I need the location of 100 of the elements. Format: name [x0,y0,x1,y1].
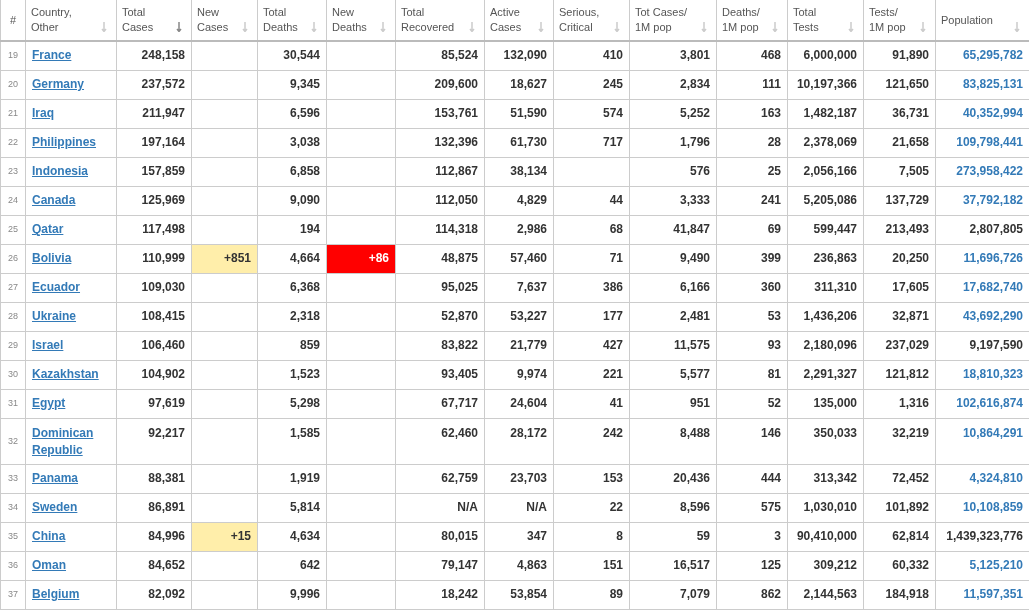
table-cell: 1,030,010 [787,493,864,522]
table-cell: 62,759 [395,464,485,493]
table-cell: +15 [191,522,258,551]
table-cell: 18,242 [395,580,485,609]
table-cell: 62,814 [863,522,936,551]
table-cell: 575 [716,493,788,522]
rank-cell: 27 [0,273,26,302]
table-cell: 112,050 [395,186,485,215]
table-cell: 313,342 [787,464,864,493]
country-link[interactable]: Iraq [32,105,54,122]
table-cell: 41,847 [629,215,717,244]
table-cell: 44 [553,186,630,215]
table-cell: 574 [553,99,630,128]
rank-cell: 35 [0,522,26,551]
table-cell: 309,212 [787,551,864,580]
table-cell: 121,812 [863,360,936,389]
table-cell: 93,405 [395,360,485,389]
table-cell: 1,436,206 [787,302,864,331]
table-cell: 92,217 [116,418,192,464]
table-cell: 4,634 [257,522,327,551]
table-cell: 86,891 [116,493,192,522]
table-cell: 9,490 [629,244,717,273]
table-cell: 951 [629,389,717,418]
table-cell: 1,523 [257,360,327,389]
table-cell: 599,447 [787,215,864,244]
table-cell: 2,986 [484,215,554,244]
table-cell: 4,863 [484,551,554,580]
table-cell: 11,575 [629,331,717,360]
table-cell: 9,974 [484,360,554,389]
table-cell: 209,600 [395,70,485,99]
table-cell: 93 [716,331,788,360]
table-cell: 386 [553,273,630,302]
table-cell: 642 [257,551,327,580]
table-cell: 137,729 [863,186,936,215]
table-cell: 5,205,086 [787,186,864,215]
table-cell: 2,291,327 [787,360,864,389]
rank-cell: 26 [0,244,26,273]
table-cell: 2,481 [629,302,717,331]
table-cell: 41 [553,389,630,418]
table-cell: 52,870 [395,302,485,331]
table-cell: 53 [716,302,788,331]
table-cell: 111 [716,70,788,99]
table-cell: 57,460 [484,244,554,273]
table-cell: 347 [484,522,554,551]
table-cell: 3,333 [629,186,717,215]
rank-cell: 33 [0,464,26,493]
table-cell: 859 [257,331,327,360]
rank-cell: 21 [0,99,26,128]
table-cell: 104,902 [116,360,192,389]
table-cell: 16,517 [629,551,717,580]
table-cell: 10,197,366 [787,70,864,99]
table-cell: 6,368 [257,273,327,302]
table-cell: 576 [629,157,717,186]
table-cell: 82,092 [116,580,192,609]
table-cell: 153 [553,464,630,493]
table-cell: 6,166 [629,273,717,302]
table-cell: 6,596 [257,99,327,128]
table-cell: 84,996 [116,522,192,551]
table-cell: 6,000,000 [787,41,864,70]
rank-cell: 22 [0,128,26,157]
table-cell: 52 [716,389,788,418]
table-cell: 7,079 [629,580,717,609]
table-cell: 360 [716,273,788,302]
table-cell: +851 [191,244,258,273]
table-cell: 862 [716,580,788,609]
rank-cell: 31 [0,389,26,418]
table-cell: 197,164 [116,128,192,157]
table-cell: 242 [553,418,630,464]
table-cell: 444 [716,464,788,493]
table-cell: 88,381 [116,464,192,493]
table-cell: 2,378,069 [787,128,864,157]
table-cell: 59 [629,522,717,551]
table-cell: 213,493 [863,215,936,244]
table-cell: 80,015 [395,522,485,551]
table-cell: 236,863 [787,244,864,273]
table-cell: 125 [716,551,788,580]
rank-cell: 28 [0,302,26,331]
table-cell: 8,488 [629,418,717,464]
table-cell: 67,717 [395,389,485,418]
table-cell: 2,180,096 [787,331,864,360]
table-cell: 241 [716,186,788,215]
table-cell: N/A [484,493,554,522]
table-cell: 468 [716,41,788,70]
table-cell: 121,650 [863,70,936,99]
table-cell: 151 [553,551,630,580]
table-cell: 61,730 [484,128,554,157]
table-cell: 28 [716,128,788,157]
table-cell: 177 [553,302,630,331]
table-cell: 17,605 [863,273,936,302]
table-cell: 110,999 [116,244,192,273]
table-cell: 84,652 [116,551,192,580]
rank-cell: 37 [0,580,26,609]
table-cell: 25 [716,157,788,186]
table-cell: 62,460 [395,418,485,464]
table-cell: 53,854 [484,580,554,609]
table-cell: 69 [716,215,788,244]
table-cell: 245 [553,70,630,99]
rank-cell: 36 [0,551,26,580]
table-cell: 1,316 [863,389,936,418]
table-cell: 2,834 [629,70,717,99]
